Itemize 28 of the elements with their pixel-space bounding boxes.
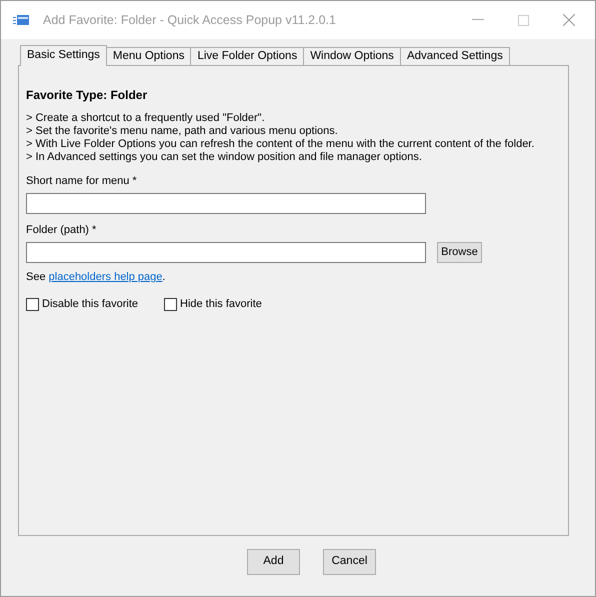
tab[interactable]: Window Options xyxy=(304,47,401,65)
close-icon[interactable] xyxy=(563,14,575,26)
description-line: > With Live Folder Options you can refresh the content of the menu with the current content of the folder. xyxy=(26,138,536,151)
checkbox-label: Disable this favorite xyxy=(42,297,138,312)
minimize-icon[interactable] xyxy=(472,19,484,21)
checkbox-label: Hide this favorite xyxy=(180,297,262,312)
add-button[interactable]: Add xyxy=(247,549,300,575)
short-name-field[interactable] xyxy=(26,193,426,214)
description-line: > In Advanced settings you can set the window position and file manager options. xyxy=(26,151,423,164)
tab[interactable]: Live Folder Options xyxy=(191,47,304,65)
tab[interactable]: Advanced Settings xyxy=(400,47,510,65)
field-label: Short name for menu * xyxy=(26,174,138,188)
app-icon xyxy=(13,14,29,26)
description-line: > Create a shortcut to a frequently used "Folder". xyxy=(26,112,266,125)
tab[interactable]: Menu Options xyxy=(106,47,192,65)
field-label: Folder (path) * xyxy=(26,223,98,237)
cancel-button[interactable]: Cancel xyxy=(323,549,376,575)
window-title: Add Favorite: Folder - Quick Access Popup v11.2.0.1 xyxy=(43,12,336,29)
folder-path-field[interactable] xyxy=(26,242,426,263)
browse-button[interactable]: Browse xyxy=(437,242,482,263)
checkbox[interactable] xyxy=(164,298,177,311)
description-line: > Set the favorite's menu name, path and various menu options. xyxy=(26,125,339,138)
favorite-type-heading: Favorite Type: Folder xyxy=(26,88,148,102)
help-suffix: . xyxy=(162,270,166,284)
tab[interactable]: Basic Settings xyxy=(20,45,107,66)
help-link[interactable]: placeholders help page xyxy=(48,270,162,284)
help-prefix: See xyxy=(26,270,47,284)
checkbox[interactable] xyxy=(26,298,39,311)
